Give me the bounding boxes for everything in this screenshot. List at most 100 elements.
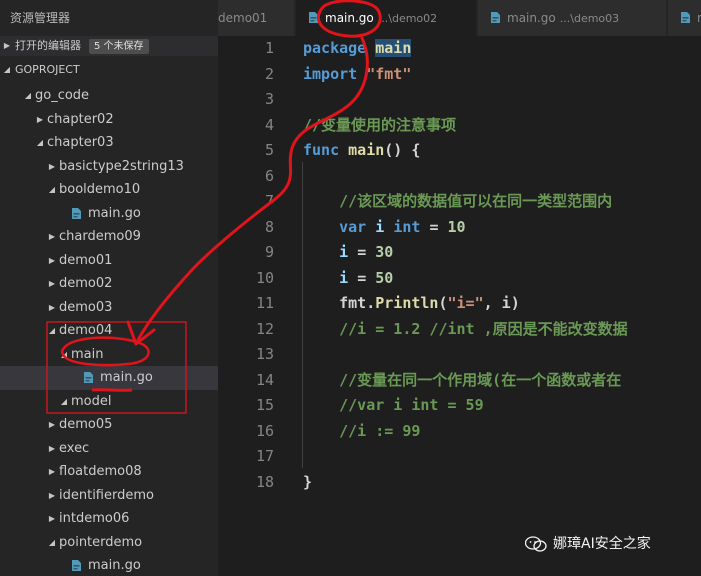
code-token: main [375,39,412,57]
go-file-icon [680,2,691,23]
go-file-icon [83,371,94,384]
tree-item-label: booldemo10 [59,182,141,197]
code-token: () { [384,141,421,159]
tab-filename: demo01 [218,11,268,25]
tree-folder-item[interactable]: ◢ pointerdemo [0,531,218,555]
code-line[interactable]: var i int = 10 [303,215,701,241]
wechat-icon [525,536,547,552]
tree-file-item[interactable]: main.go [0,202,218,226]
tree-item-label: intdemo06 [59,511,130,526]
code-token: int [393,217,430,236]
tree-folder-item[interactable]: ▶ exec [0,437,218,461]
code-line[interactable]: //i := 99 [303,419,701,445]
tree-item-label: demo05 [59,417,113,432]
chevron-right-icon: ▶ [48,161,56,171]
code-line[interactable]: fmt.Println("i=", i) [303,291,701,317]
tree-item-label: demo01 [59,252,113,268]
chevron-right-icon: ▶ [48,232,56,241]
line-number: 5 [264,141,274,159]
chevron-right-icon: ▶ [48,443,56,453]
editor-tab[interactable]: main.go ...\demo03 [478,0,667,36]
code-line[interactable]: //var i int = 59 [303,393,701,419]
chevron-down-icon: ◢ [48,326,56,335]
line-number: 6 [264,166,274,185]
tree-item-label: model [71,393,112,409]
tree-folder-item[interactable]: ▶ demo02 [0,272,218,296]
tree-folder-item[interactable]: ◢ model [0,390,218,414]
tree-folder-item[interactable]: ◢ demo04 [0,319,218,343]
code-line[interactable]: i = 50 [303,266,701,292]
chevron-right-icon: ▶ [36,114,44,124]
code-line[interactable]: //i = 1.2 //int ,原因是不能改变数据 [303,317,701,343]
code-line[interactable] [303,87,701,113]
tab-filename: ma [697,11,701,25]
tree-folder-item[interactable]: ◢ chapter03 [0,131,218,155]
tree-item-label: demo02 [59,276,113,291]
tree-item-label: basictype2string13 [59,158,184,174]
tree-folder-item[interactable]: ◢ go_code [0,84,218,108]
code-token: 50 [375,268,394,287]
vscode-window: 资源管理器 ▶ 打开的编辑器 5 个未保存 ◢ GOPROJECT ◢ go_co… [0,0,701,576]
code-line[interactable]: } [303,470,701,496]
tree-folder-item[interactable]: ▶ chardemo09 [0,225,218,249]
code-line[interactable] [303,342,701,368]
code-line[interactable] [303,164,701,190]
line-number: 12 [255,319,274,338]
code-line[interactable]: //变量使用的注意事项 [303,113,701,139]
tree-item-label: demo03 [59,299,113,315]
code-line[interactable]: i = 30 [303,240,701,266]
code-token: fmt. [303,294,376,312]
code-token: "i=" [447,294,484,312]
go-file-icon [71,207,82,220]
tree-item-label: main.go [88,558,141,573]
code-token: //var i int = 59 [303,396,484,414]
editor-tab[interactable]: main.go ...\demo02 [296,0,477,36]
tree-folder-item[interactable]: ▶ basictype2string13 [0,155,218,179]
editor-tab-bar: demo01 main.go ...\demo02 main.go ...\demo03… [218,0,701,36]
code-token: = [357,243,376,261]
editor-tab[interactable]: demo01 [218,0,295,36]
chevron-down-icon: ◢ [48,537,56,547]
editor-tab[interactable]: ma [668,0,701,36]
code-line[interactable]: package main [303,36,701,62]
tree-folder-item[interactable]: ▶ floatdemo08 [0,460,218,484]
tree-item-label: exec [59,440,90,456]
line-number: 11 [255,294,274,312]
code-line[interactable]: //变量在同一个作用域(在一个函数或者在 [303,368,701,394]
tree-file-item[interactable]: main.go [0,554,218,576]
code-line[interactable]: func main() { [303,138,701,164]
project-section[interactable]: ◢ GOPROJECT [0,56,218,84]
chevron-right-icon: ▶ [48,490,56,500]
tree-folder-item[interactable]: ▶ intdemo06 [0,507,218,531]
code-token: i [303,243,358,261]
code-line[interactable] [303,444,701,470]
tree-folder-item[interactable]: ▶ demo03 [0,296,218,320]
chevron-down-icon: ◢ [60,396,68,406]
code-editor[interactable]: demo01 main.go ...\demo02 main.go ...\demo03… [218,0,701,576]
tree-folder-item[interactable]: ▶ demo05 [0,413,218,437]
tree-item-label: chapter02 [47,111,114,127]
tree-folder-item[interactable]: ◢ booldemo10 [0,178,218,202]
code-area[interactable]: package main import "fmt"//变量使用的注意事项 func … [303,36,701,495]
open-editors-label: 打开的编辑器 [15,39,81,52]
code-line[interactable]: //该区域的数据值可以在同一类型范围内 [303,189,701,215]
chevron-right-icon: ▶ [3,41,11,50]
tree-folder-item[interactable]: ▶ identifierdemo [0,484,218,508]
tree-item-label: floatdemo08 [59,464,142,479]
tree-folder-item[interactable]: ▶ chapter02 [0,108,218,132]
code-token: //变量在同一个作用域(在一个函数或者在 [303,370,622,389]
open-editors-section[interactable]: ▶ 打开的编辑器 5 个未保存 [0,36,218,56]
tree-item-label: chardemo09 [59,229,141,244]
tab-filename: main.go [325,11,374,25]
tree-folder-item[interactable]: ◢ main [0,343,218,367]
tree-folder-item[interactable]: ▶ demo01 [0,249,218,273]
tree-file-item[interactable]: main.go [0,366,218,390]
chevron-down-icon: ◢ [24,91,32,100]
code-token: = [429,217,448,236]
code-token: package [303,39,376,57]
chevron-right-icon: ▶ [48,467,56,476]
tree-item-label: pointerdemo [59,534,143,550]
code-line[interactable]: import "fmt" [303,62,701,88]
line-number: 15 [255,396,274,414]
code-token: i [303,268,358,287]
